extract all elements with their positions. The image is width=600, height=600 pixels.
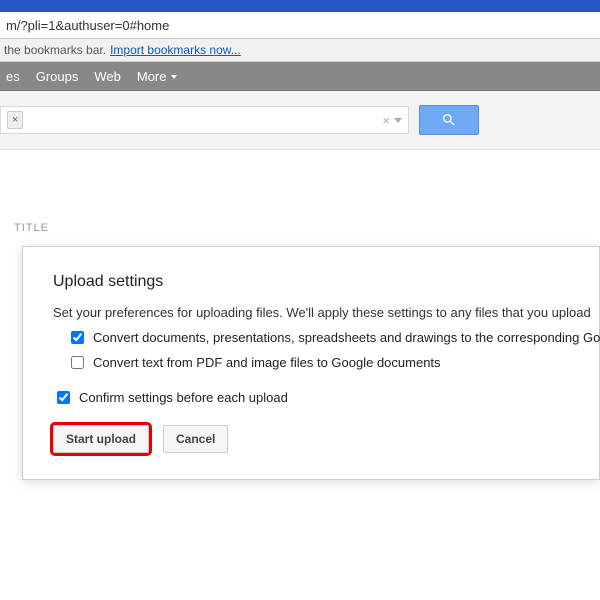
option-convert-pdf[interactable]: Convert text from PDF and image files to… [67, 353, 569, 372]
search-options-dropdown-icon[interactable] [394, 118, 402, 123]
window-chrome-top [0, 0, 600, 12]
nav-item-groups[interactable]: Groups [36, 69, 79, 84]
import-bookmarks-link[interactable]: Import bookmarks now... [110, 43, 241, 57]
search-button[interactable] [419, 105, 479, 135]
option-convert-pdf-label: Convert text from PDF and image files to… [93, 355, 441, 370]
dialog-button-row: Start upload Cancel [53, 425, 569, 453]
option-confirm-label: Confirm settings before each upload [79, 390, 288, 405]
nav-item-web[interactable]: Web [94, 69, 121, 84]
bookmark-hint-bar: the bookmarks bar. Import bookmarks now.… [0, 39, 600, 62]
dialog-heading: Upload settings [53, 273, 569, 291]
search-row: × × [0, 91, 600, 150]
bookmark-hint-text: the bookmarks bar. [4, 43, 106, 57]
dialog-description: Set your preferences for uploading files… [53, 305, 569, 320]
search-chip-close[interactable]: × [7, 111, 23, 129]
upload-settings-dialog: Upload settings Set your preferences for… [22, 246, 600, 480]
checkbox-convert-pdf[interactable] [71, 356, 84, 369]
checkbox-convert-docs[interactable] [71, 331, 84, 344]
cancel-button[interactable]: Cancel [163, 425, 228, 453]
google-nav-bar: es Groups Web More [0, 62, 600, 91]
nav-item-more[interactable]: More [137, 69, 177, 84]
address-bar[interactable] [0, 12, 600, 39]
content-area: TITLE Upload settings Set your preferenc… [0, 150, 600, 600]
option-confirm-before-upload[interactable]: Confirm settings before each upload [53, 388, 569, 407]
nav-item-partial[interactable]: es [6, 69, 20, 84]
start-upload-button[interactable]: Start upload [53, 425, 149, 453]
option-convert-docs-label: Convert documents, presentations, spread… [93, 330, 600, 345]
column-header-title: TITLE [14, 222, 49, 234]
search-icon [441, 112, 457, 128]
search-box[interactable]: × × [0, 106, 409, 134]
clear-search-icon[interactable]: × [382, 113, 390, 128]
checkbox-confirm-before-upload[interactable] [57, 391, 70, 404]
url-input[interactable] [4, 17, 600, 34]
option-convert-docs[interactable]: Convert documents, presentations, spread… [67, 328, 569, 347]
